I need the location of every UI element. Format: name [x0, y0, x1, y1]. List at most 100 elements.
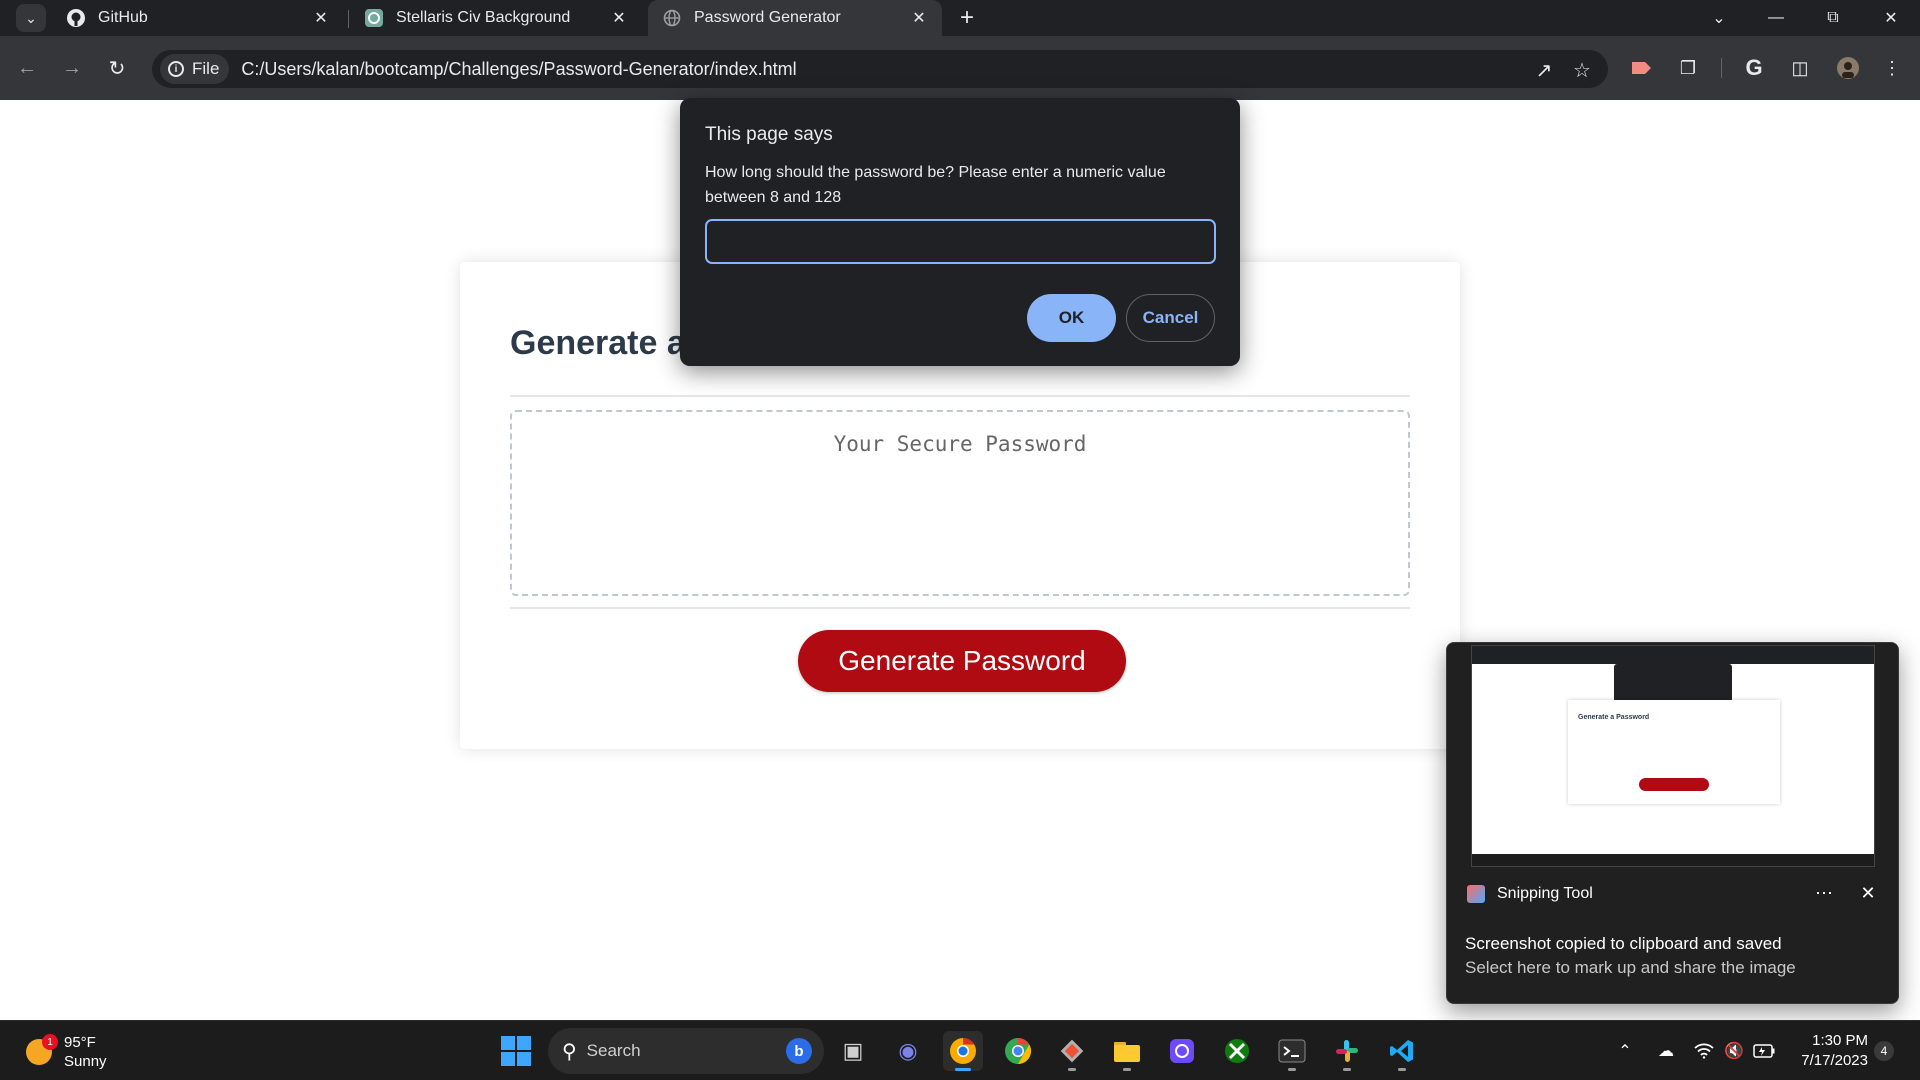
reload-button[interactable]: ↻	[103, 54, 131, 82]
reload-icon: ↻	[108, 57, 126, 80]
password-length-input[interactable]	[705, 219, 1216, 264]
restore-button[interactable]: ⧉	[1810, 0, 1856, 36]
dialog-message: How long should the password be? Please …	[705, 164, 1166, 206]
puzzle-extensions-icon[interactable]: ❐	[1674, 54, 1702, 82]
search-icon: ⚲	[562, 1040, 577, 1063]
tab-search-button[interactable]: ⌄	[16, 4, 46, 32]
chatgpt-icon	[364, 8, 384, 28]
taskbar: 1 95°F Sunny ⚲ Search b ▣ ◉ ⌃ ☁ 🔇 1:30 P…	[0, 1020, 1920, 1080]
battery-icon[interactable]	[1752, 1039, 1776, 1063]
windows-logo-tile	[501, 1036, 515, 1050]
grammarly-g-icon[interactable]: G	[1740, 54, 1768, 82]
snipping-tool-icon	[1467, 885, 1485, 903]
browser-menu-icon[interactable]: ⋮	[1878, 54, 1906, 82]
proton-vpn-icon[interactable]	[1162, 1031, 1202, 1071]
slack-icon[interactable]	[1327, 1031, 1367, 1071]
notification-count-badge[interactable]: 4	[1874, 1041, 1894, 1061]
close-icon: ✕	[1884, 10, 1898, 27]
footer-divider	[510, 607, 1410, 609]
tab-list-button[interactable]: ⌄	[1696, 0, 1742, 36]
password-textarea[interactable]: Your Secure Password	[510, 410, 1410, 596]
xbox-icon[interactable]	[1217, 1031, 1257, 1071]
tab-title: Password Generator	[694, 9, 841, 26]
task-view-icon[interactable]: ▣	[833, 1031, 873, 1071]
minimize-button[interactable]: —	[1753, 0, 1799, 36]
running-indicator	[1398, 1068, 1406, 1071]
url-text[interactable]: C:/Users/kalan/bootcamp/Challenges/Passw…	[241, 59, 796, 80]
info-icon: i	[168, 61, 184, 77]
tab-stellaris[interactable]: Stellaris Civ Background ✕	[350, 0, 642, 36]
close-window-button[interactable]: ✕	[1868, 0, 1914, 36]
header-divider	[510, 395, 1410, 397]
bookmark-star-icon[interactable]: ☆	[1570, 58, 1594, 82]
teams-icon[interactable]: ◉	[888, 1031, 928, 1071]
windows-logo-tile	[517, 1052, 531, 1066]
bing-icon[interactable]: b	[786, 1038, 812, 1064]
git-icon[interactable]	[1052, 1031, 1092, 1071]
address-bar[interactable]: i File C:/Users/kalan/bootcamp/Challenge…	[152, 50, 1608, 88]
taskbar-search[interactable]: ⚲ Search b	[548, 1028, 824, 1074]
running-indicator	[1343, 1068, 1351, 1071]
windows-logo-tile	[517, 1036, 531, 1050]
windows-logo-tile	[501, 1052, 515, 1066]
new-tab-button[interactable]: +	[953, 4, 981, 32]
close-icon[interactable]: ✕	[1856, 881, 1880, 905]
running-indicator	[955, 1068, 971, 1071]
close-tab-icon[interactable]: ✕	[308, 5, 334, 31]
wifi-icon[interactable]	[1692, 1039, 1716, 1063]
thumbnail-dialog	[1614, 664, 1732, 702]
dialog-title: This page says	[705, 124, 833, 145]
tab-title: GitHub	[98, 9, 148, 26]
toast-app-name: Snipping Tool	[1497, 885, 1593, 902]
toast-subtitle: Select here to mark up and share the ima…	[1465, 958, 1796, 977]
start-button[interactable]	[501, 1036, 531, 1066]
prompt-dialog: This page says How long should the passw…	[680, 98, 1240, 366]
snipping-tool-notification[interactable]: Generate a Password Snipping Tool ⋯ ✕ Sc…	[1446, 642, 1899, 1004]
thumbnail-button	[1639, 778, 1709, 791]
chevron-down-icon: ⌄	[25, 9, 37, 26]
arrow-right-icon: →	[62, 56, 82, 79]
restore-icon: ⧉	[1827, 9, 1839, 26]
more-options-icon[interactable]: ⋯	[1809, 881, 1839, 905]
chrome-dev-icon[interactable]	[943, 1031, 983, 1071]
screenshot-thumbnail[interactable]: Generate a Password	[1471, 645, 1875, 867]
weather-temp: 95°F	[64, 1034, 96, 1051]
toast-title: Screenshot copied to clipboard and saved	[1465, 934, 1782, 953]
running-indicator	[1123, 1068, 1131, 1071]
clock-date: 7/17/2023	[1801, 1052, 1868, 1069]
close-tab-icon[interactable]: ✕	[606, 5, 632, 31]
toolbar-divider	[1721, 58, 1722, 78]
terminal-icon[interactable]	[1272, 1031, 1312, 1071]
cancel-button[interactable]: Cancel	[1126, 294, 1215, 342]
system-clock[interactable]: 1:30 PM 7/17/2023	[1792, 1031, 1868, 1071]
weather-widget[interactable]: 1 95°F Sunny	[26, 1033, 107, 1071]
chevron-up-icon[interactable]: ⌃	[1613, 1039, 1637, 1063]
chrome-icon[interactable]	[998, 1031, 1038, 1071]
tab-password-generator[interactable]: Password Generator ✕	[648, 0, 942, 36]
ok-button[interactable]: OK	[1027, 294, 1116, 342]
forward-button[interactable]: →	[58, 54, 86, 82]
tab-strip: ⌄ GitHub ✕ Stellaris Civ Background ✕ Pa…	[0, 0, 1920, 36]
volume-muted-icon[interactable]: 🔇	[1722, 1039, 1746, 1063]
side-panel-icon[interactable]: ◫	[1786, 54, 1814, 82]
weather-condition: Sunny	[64, 1053, 107, 1070]
file-explorer-icon[interactable]	[1107, 1031, 1147, 1071]
tab-github[interactable]: GitHub ✕	[52, 0, 344, 36]
generate-password-button[interactable]: Generate Password	[798, 630, 1126, 692]
profile-avatar[interactable]	[1834, 54, 1862, 82]
browser-toolbar: ← → ↻ i File C:/Users/kalan/bootcamp/Cha…	[0, 36, 1920, 100]
toast-app-header: Snipping Tool	[1467, 885, 1593, 903]
clock-time: 1:30 PM	[1812, 1032, 1868, 1049]
extension-icon[interactable]	[1628, 54, 1656, 82]
github-icon	[66, 8, 86, 28]
close-tab-icon[interactable]: ✕	[906, 5, 932, 31]
globe-icon	[662, 8, 682, 28]
onedrive-error-icon[interactable]: ☁	[1654, 1039, 1678, 1063]
password-placeholder: Your Secure Password	[833, 432, 1087, 456]
share-icon[interactable]: ↗	[1532, 58, 1556, 82]
vscode-icon[interactable]	[1382, 1031, 1422, 1071]
running-indicator	[1288, 1068, 1296, 1071]
site-info-chip[interactable]: i File	[160, 54, 230, 84]
back-button[interactable]: ←	[13, 54, 41, 82]
tab-divider	[348, 10, 349, 28]
